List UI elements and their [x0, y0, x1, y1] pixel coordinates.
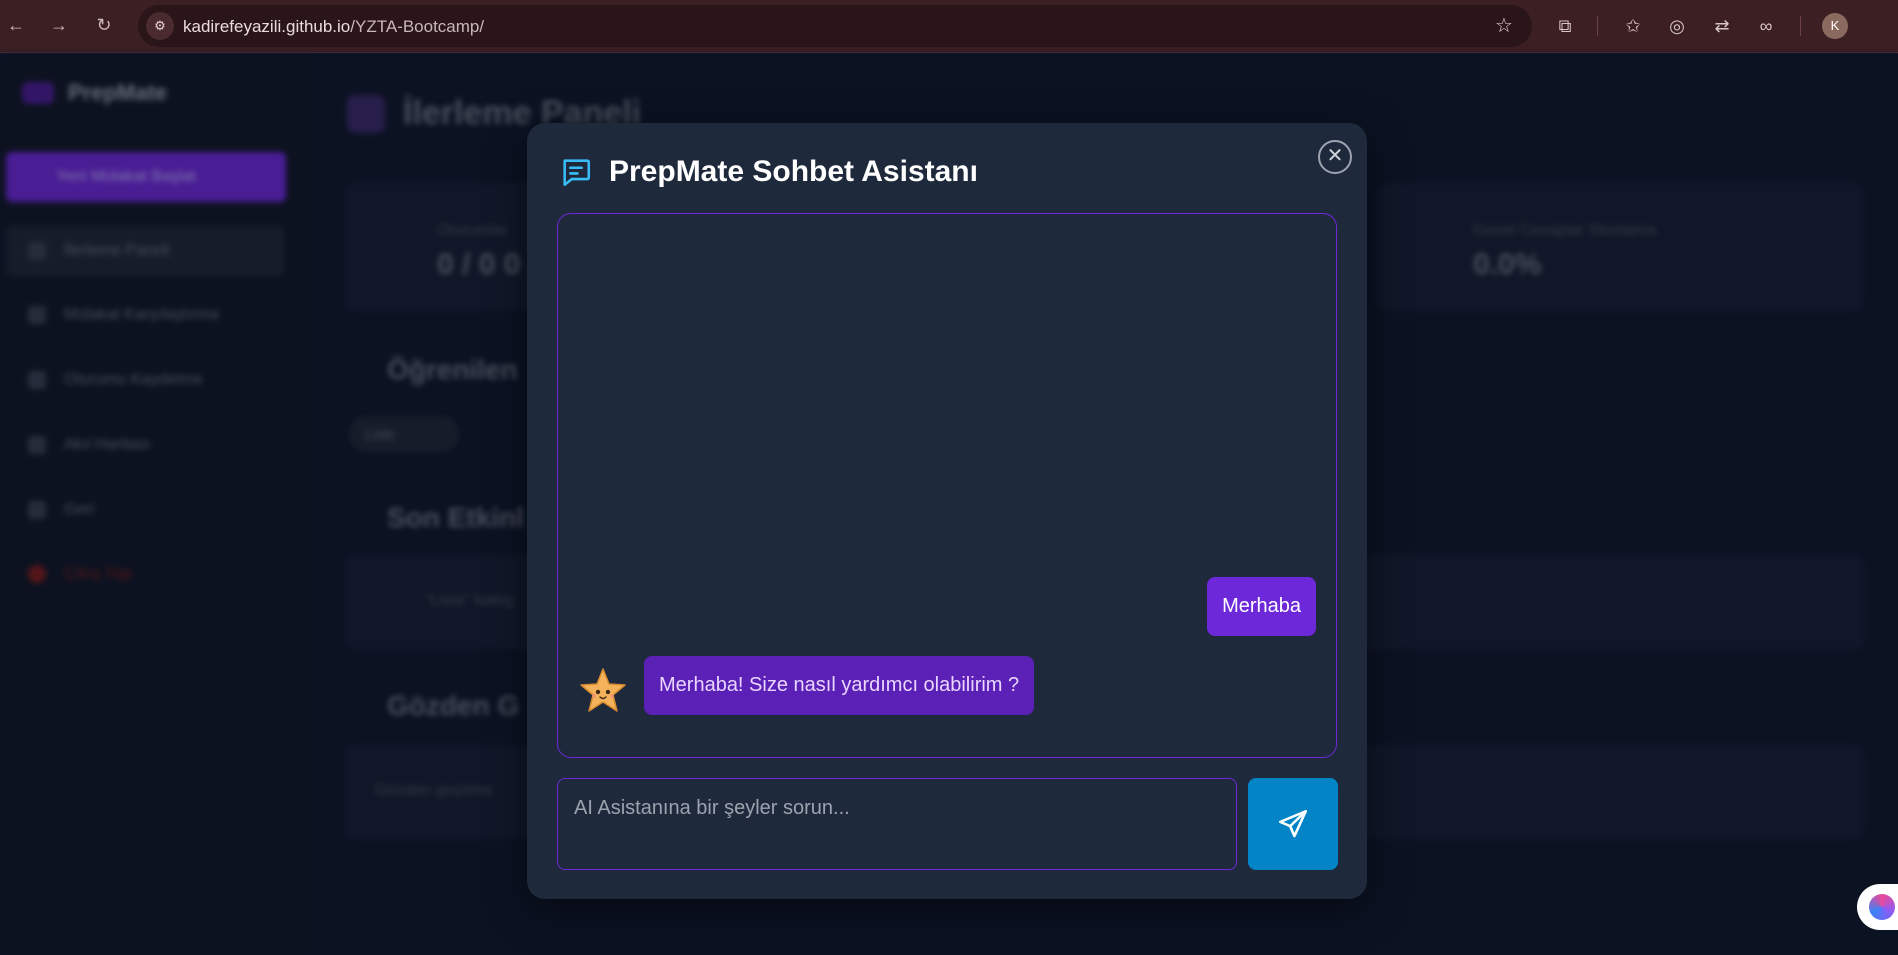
chat-modal: PrepMate Sohbet Asistanı ✕ Merhaba Merha… [527, 123, 1367, 899]
chat-messages[interactable]: Merhaba Merhaba! Size nasıl yardımcı ola… [557, 213, 1337, 758]
url-text: kadirefeyazili.github.io/YZTA-Bootcamp/ [183, 17, 485, 36]
back-icon[interactable]: ← [4, 13, 28, 37]
extensions-icon[interactable]: ⧉ [1552, 13, 1578, 39]
modal-header: PrepMate Sohbet Asistanı [559, 155, 978, 189]
bot-message: Merhaba! Size nasıl yardımcı olabilirim … [644, 656, 1035, 715]
reload-icon[interactable]: ↻ [92, 13, 116, 37]
floating-assistant-button[interactable] [1857, 884, 1898, 930]
user-message: Merhaba [1207, 577, 1316, 636]
modal-title: PrepMate Sohbet Asistanı [609, 155, 978, 188]
send-icon [1278, 809, 1308, 838]
send-button[interactable] [1248, 778, 1338, 870]
close-icon: ✕ [1326, 145, 1344, 167]
toolbar-divider [1597, 16, 1598, 36]
forward-icon[interactable]: → [47, 13, 71, 37]
close-button[interactable]: ✕ [1318, 140, 1352, 174]
address-bar[interactable]: ⚙ kadirefeyazili.github.io/YZTA-Bootcamp… [138, 5, 1532, 47]
chat-input[interactable]: AI Asistanına bir şeyler sorun... [557, 778, 1237, 870]
brain-icon [1869, 894, 1895, 920]
favorites-icon[interactable]: ✩ [1620, 13, 1646, 39]
toolbar-divider [1800, 16, 1801, 36]
screenshot-icon[interactable]: ◎ [1664, 13, 1690, 39]
browser-toolbar: ← → ↻ ⚙ kadirefeyazili.github.io/YZTA-Bo… [0, 0, 1898, 53]
site-settings-icon[interactable]: ⚙ [146, 12, 174, 40]
translate-icon[interactable]: ⇄ [1709, 13, 1735, 39]
star-avatar-icon [580, 668, 626, 712]
chat-bubble-icon [563, 159, 591, 187]
bookmark-star-icon[interactable]: ☆ [1492, 14, 1516, 38]
profile-avatar[interactable]: K [1822, 13, 1848, 39]
link-icon[interactable]: ∞ [1753, 13, 1779, 39]
